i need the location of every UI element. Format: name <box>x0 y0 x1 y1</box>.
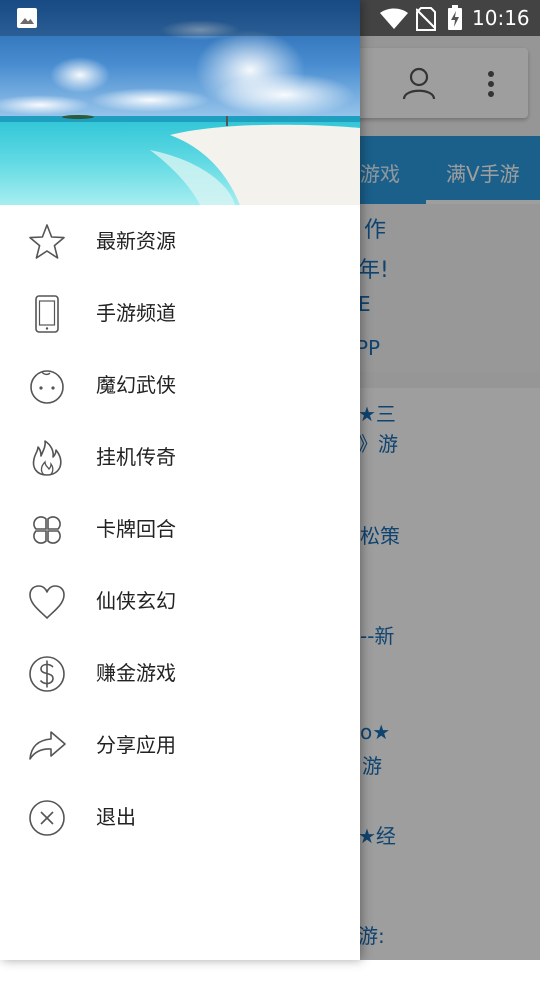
close-circle-icon <box>29 800 65 836</box>
menu-item-label: 手游频道 <box>96 301 176 325</box>
star-outline-icon <box>29 224 65 259</box>
menu-item-share-app[interactable]: 分享应用 <box>0 709 360 781</box>
status-bar-left-tint <box>0 0 360 36</box>
menu-item-label: 分享应用 <box>96 733 176 757</box>
menu-item-exit[interactable]: 退出 <box>0 781 360 853</box>
navigation-drawer: 最新资源 手游频道 魔幻武侠 挂机传奇 卡牌回合 仙侠玄幻 赚金游戏 分享应用 … <box>0 0 360 960</box>
fire-outline-icon <box>32 440 62 476</box>
menu-item-label: 挂机传奇 <box>96 445 176 469</box>
menu-item-mobile-games[interactable]: 手游频道 <box>0 277 360 349</box>
menu-item-latest-resources[interactable]: 最新资源 <box>0 205 360 277</box>
face-outline-icon <box>30 370 64 404</box>
wifi-icon <box>380 8 408 29</box>
phone-outline-icon <box>35 295 59 333</box>
drawer-menu: 最新资源 手游频道 魔幻武侠 挂机传奇 卡牌回合 仙侠玄幻 赚金游戏 分享应用 … <box>0 205 360 853</box>
menu-item-earn-money-games[interactable]: 赚金游戏 <box>0 637 360 709</box>
status-clock: 10:16 <box>472 6 530 30</box>
dollar-circle-icon <box>29 656 65 692</box>
no-sim-icon <box>416 7 436 31</box>
menu-item-fantasy-wuxia[interactable]: 魔幻武侠 <box>0 349 360 421</box>
status-bar: 10:16 <box>0 0 540 36</box>
battery-charging-icon <box>448 5 462 30</box>
menu-item-label: 仙侠玄幻 <box>96 589 176 613</box>
image-notification-icon <box>17 8 37 28</box>
menu-item-label: 赚金游戏 <box>96 661 176 685</box>
share-arrow-icon <box>29 731 66 760</box>
menu-item-label: 卡牌回合 <box>96 517 176 541</box>
menu-item-label: 退出 <box>96 805 136 829</box>
menu-item-idle-legend[interactable]: 挂机传奇 <box>0 421 360 493</box>
menu-item-xianxia-fantasy[interactable]: 仙侠玄幻 <box>0 565 360 637</box>
heart-outline-icon <box>29 585 65 619</box>
menu-item-label: 最新资源 <box>96 229 176 253</box>
menu-item-label: 魔幻武侠 <box>96 373 176 397</box>
menu-item-card-turn-based[interactable]: 卡牌回合 <box>0 493 360 565</box>
clover-outline-icon <box>33 516 61 544</box>
